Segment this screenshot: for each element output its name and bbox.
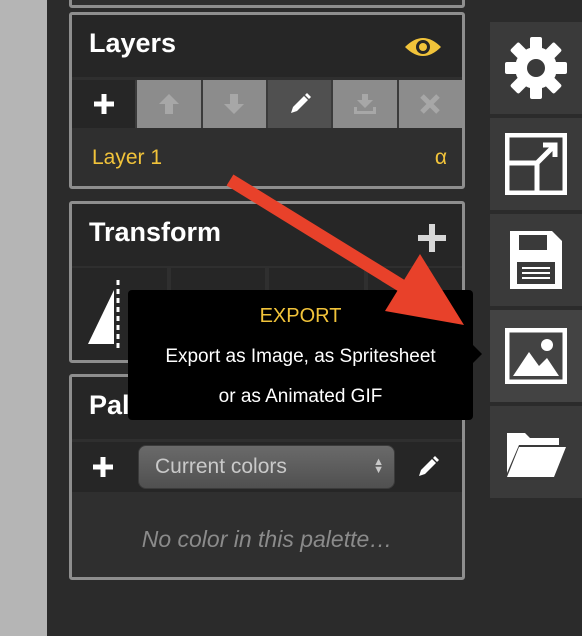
- tooltip-line-2: or as Animated GIF: [218, 386, 383, 407]
- settings-button[interactable]: [490, 22, 582, 114]
- left-background: [0, 0, 47, 636]
- transform-title: Transform: [89, 217, 222, 247]
- layer-name: Layer 1: [92, 146, 163, 169]
- arrow-up-icon: [158, 94, 179, 114]
- add-palette-button[interactable]: [91, 455, 115, 484]
- palette-select[interactable]: Current colors ▲ ▼: [138, 445, 395, 489]
- close-icon: [420, 94, 441, 114]
- edit-layer-button[interactable]: [267, 80, 332, 128]
- top-panel-edge: [69, 0, 465, 8]
- merge-layer-button[interactable]: [333, 80, 397, 128]
- tooltip-title: EXPORT: [259, 305, 342, 327]
- chevron-updown-icon: ▲ ▼: [373, 456, 384, 476]
- palette-select-value: Current colors: [155, 455, 287, 478]
- export-tooltip: EXPORT Export as Image, as Spritesheet o…: [128, 290, 473, 420]
- edit-palette-button[interactable]: [416, 455, 440, 484]
- image-icon: [505, 328, 567, 384]
- layers-toolbar: [72, 80, 462, 128]
- plus-icon[interactable]: [417, 223, 447, 258]
- move-layer-down-button[interactable]: [202, 80, 266, 128]
- pencil-icon: [419, 456, 439, 476]
- plus-icon: [93, 457, 113, 477]
- layer-row[interactable]: Layer 1 α: [72, 131, 462, 186]
- layer-alpha[interactable]: α: [435, 146, 447, 170]
- pencil-icon: [290, 93, 311, 113]
- palette-empty-area: No color in this palette…: [72, 495, 462, 577]
- add-layer-button[interactable]: [72, 80, 136, 128]
- resize-icon: [505, 133, 567, 195]
- tooltip-line-1: Export as Image, as Spritesheet: [165, 346, 436, 367]
- open-button[interactable]: [490, 406, 582, 498]
- arrow-down-icon: [224, 94, 245, 114]
- merge-down-icon: [353, 94, 376, 114]
- resize-button[interactable]: [490, 118, 582, 210]
- right-sidebar: [490, 0, 582, 636]
- layers-header: Layers: [72, 15, 462, 77]
- palette-empty-text: No color in this palette…: [141, 526, 393, 552]
- save-icon: [510, 231, 562, 289]
- move-layer-up-button[interactable]: [137, 80, 201, 128]
- plus-icon: [93, 94, 114, 114]
- eye-icon[interactable]: [403, 35, 443, 64]
- transform-header: Transform: [72, 204, 462, 266]
- export-button[interactable]: [490, 310, 582, 402]
- save-button[interactable]: [490, 214, 582, 306]
- delete-layer-button[interactable]: [398, 80, 462, 128]
- gear-icon: [505, 37, 567, 99]
- tooltip-pointer: [473, 345, 482, 363]
- layers-title: Layers: [89, 28, 177, 58]
- folder-icon: [507, 433, 566, 477]
- layers-panel: Layers Layer 1 α: [69, 12, 465, 189]
